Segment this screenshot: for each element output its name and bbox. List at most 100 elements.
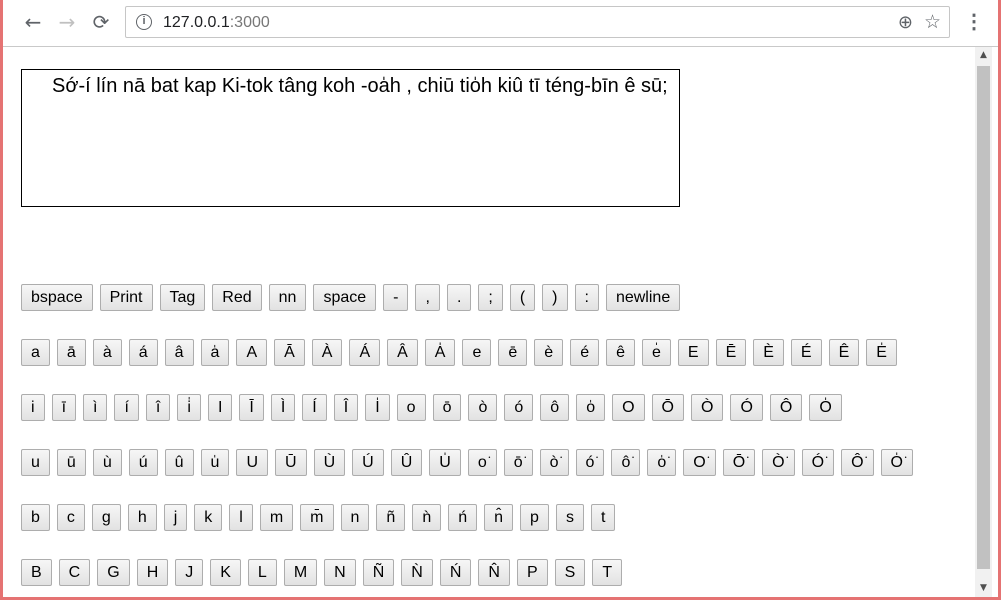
character-key-button[interactable]: l — [229, 504, 253, 531]
character-key-button[interactable]: Ê — [828, 339, 860, 366]
character-key-button[interactable]: ù — [92, 449, 122, 476]
character-key-button[interactable]: O — [612, 394, 645, 421]
character-key-button[interactable]: e — [462, 339, 492, 366]
character-key-button[interactable]: Ī — [239, 394, 264, 421]
character-key-button[interactable]: á — [128, 339, 158, 366]
character-key-button[interactable]: Û — [390, 449, 423, 476]
reload-icon[interactable]: ⟳ — [90, 11, 112, 33]
character-key-button[interactable]: Ō — [651, 394, 684, 421]
character-key-button[interactable]: T — [592, 559, 623, 586]
character-key-button[interactable]: Ì — [270, 394, 296, 421]
address-bar[interactable]: i 127.0.0.1:3000 ⊕ ☆ — [125, 6, 950, 38]
character-key-button[interactable]: u̍ — [200, 449, 230, 476]
character-key-button[interactable]: ǹ — [412, 504, 442, 531]
character-key-button[interactable]: ē — [498, 339, 528, 366]
character-key-button[interactable]: ú — [128, 449, 158, 476]
nn-button[interactable]: nn — [268, 284, 307, 311]
character-key-button[interactable]: j — [163, 504, 188, 531]
character-key-button[interactable]: É — [790, 339, 822, 366]
character-key-button[interactable]: Ó͘ — [801, 449, 835, 476]
character-key-button[interactable]: n — [340, 504, 370, 531]
character-key-button[interactable]: E̍ — [866, 339, 897, 366]
character-key-button[interactable]: Ē — [715, 339, 747, 366]
character-key-button[interactable]: Ń — [439, 559, 472, 586]
character-key-button[interactable]: Ò͘ — [762, 449, 795, 476]
character-key-button[interactable]: O̍͘ — [880, 449, 913, 476]
character-key-button[interactable]: u — [21, 449, 50, 476]
character-key-button[interactable]: L — [247, 559, 277, 586]
red-button[interactable]: Red — [212, 284, 262, 311]
character-key-button[interactable]: Â — [387, 339, 418, 366]
character-key-button[interactable]: i̍ — [177, 394, 201, 421]
character-key-button[interactable]: c — [56, 504, 85, 531]
character-key-button[interactable]: ā — [56, 339, 86, 366]
character-key-button[interactable]: Ū — [275, 449, 307, 476]
character-key-button[interactable]: Ā — [274, 339, 305, 366]
character-key-button[interactable]: ō — [432, 394, 462, 421]
character-key-button[interactable]: S — [554, 559, 586, 586]
character-key-button[interactable]: k — [194, 504, 223, 531]
kebab-menu-icon[interactable]: ⋮ — [964, 11, 984, 33]
character-key-button[interactable]: P — [516, 559, 548, 586]
open-paren-button[interactable]: ( — [509, 284, 536, 311]
character-key-button[interactable]: o — [396, 394, 426, 421]
character-key-button[interactable]: i — [21, 394, 45, 421]
character-key-button[interactable]: H — [136, 559, 169, 586]
period-button[interactable]: . — [446, 284, 472, 311]
character-key-button[interactable]: ê — [606, 339, 635, 366]
character-key-button[interactable]: Ô͘ — [841, 449, 874, 476]
character-key-button[interactable]: À — [311, 339, 343, 366]
character-key-button[interactable]: h — [127, 504, 157, 531]
character-key-button[interactable]: C — [58, 559, 91, 586]
character-key-button[interactable]: a̍ — [200, 339, 230, 366]
character-key-button[interactable]: î — [145, 394, 171, 421]
tag-button[interactable]: Tag — [159, 284, 206, 311]
character-key-button[interactable]: È — [753, 339, 784, 366]
close-paren-button[interactable]: ) — [542, 284, 568, 311]
character-key-button[interactable]: Ò — [691, 394, 724, 421]
character-key-button[interactable]: U — [236, 449, 268, 476]
character-key-button[interactable]: â — [164, 339, 194, 366]
character-key-button[interactable]: K — [210, 559, 241, 586]
url-text[interactable]: 127.0.0.1:3000 — [163, 14, 270, 32]
character-key-button[interactable]: Á — [349, 339, 381, 366]
character-key-button[interactable]: G — [97, 559, 130, 586]
character-key-button[interactable]: Ō͘ — [722, 449, 756, 476]
character-key-button[interactable]: O̍ — [809, 394, 842, 421]
character-key-button[interactable]: Ó — [730, 394, 763, 421]
character-key-button[interactable]: ō͘ — [503, 449, 533, 476]
colon-button[interactable]: : — [574, 284, 599, 311]
character-key-button[interactable]: o̍͘ — [647, 449, 677, 476]
character-key-button[interactable]: m — [259, 504, 294, 531]
character-key-button[interactable]: Ù — [313, 449, 346, 476]
print-button[interactable]: Print — [99, 284, 153, 311]
info-icon[interactable]: i — [136, 14, 152, 30]
character-key-button[interactable]: Î — [333, 394, 359, 421]
character-key-button[interactable]: ū — [56, 449, 86, 476]
character-key-button[interactable]: ñ — [376, 504, 406, 531]
character-key-button[interactable]: Ô — [769, 394, 803, 421]
character-key-button[interactable]: A — [236, 339, 268, 366]
character-key-button[interactable]: ń — [448, 504, 478, 531]
character-key-button[interactable]: ī — [51, 394, 77, 421]
scroll-up-arrow-icon[interactable]: ▲ — [975, 47, 992, 64]
character-key-button[interactable]: E — [677, 339, 709, 366]
character-key-button[interactable]: g — [91, 504, 121, 531]
character-key-button[interactable]: a — [21, 339, 50, 366]
character-key-button[interactable]: í — [114, 394, 139, 421]
character-key-button[interactable]: o̍ — [576, 394, 606, 421]
character-key-button[interactable]: O͘ — [683, 449, 716, 476]
forward-arrow-icon[interactable]: → — [56, 11, 78, 33]
character-key-button[interactable]: A̍ — [424, 339, 456, 366]
character-key-button[interactable]: û — [164, 449, 194, 476]
character-key-button[interactable]: o͘ — [467, 449, 497, 476]
bookmark-star-icon[interactable]: ☆ — [924, 11, 941, 33]
character-key-button[interactable]: ò — [468, 394, 498, 421]
character-key-button[interactable]: e̍ — [642, 339, 671, 366]
character-key-button[interactable]: J — [175, 559, 204, 586]
character-key-button[interactable]: Ú — [352, 449, 384, 476]
character-key-button[interactable]: ô͘ — [611, 449, 641, 476]
character-key-button[interactable]: t — [590, 504, 616, 531]
character-key-button[interactable]: Í — [302, 394, 327, 421]
character-key-button[interactable]: Ñ — [362, 559, 395, 586]
